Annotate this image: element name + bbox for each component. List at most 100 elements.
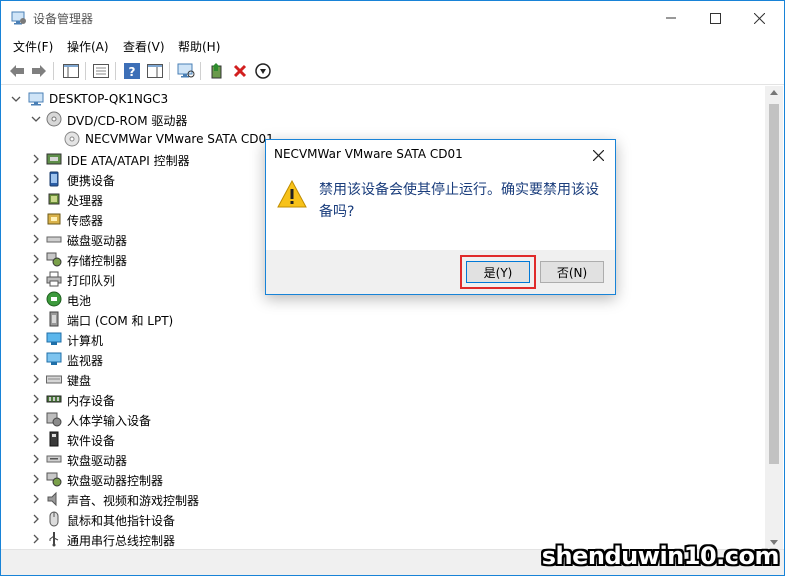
battery-icon <box>46 291 62 307</box>
usb-icon <box>46 531 62 547</box>
floppy-controller-icon <box>46 471 62 487</box>
chevron-right-icon[interactable] <box>30 513 42 525</box>
chevron-right-icon[interactable] <box>30 273 42 285</box>
update-driver-button[interactable] <box>207 61 227 81</box>
tree-item-label: 电池 <box>67 294 92 308</box>
chevron-down-icon[interactable] <box>30 113 42 125</box>
tree-category-item[interactable]: 软盘驱动器控制器 <box>2 469 762 489</box>
chevron-right-icon[interactable] <box>30 413 42 425</box>
action-pane-button[interactable] <box>145 61 165 81</box>
dialog-close-button[interactable] <box>587 144 609 166</box>
no-button[interactable]: 否(N) <box>540 261 604 283</box>
menu-view[interactable]: 查看(V) <box>123 38 165 55</box>
maximize-button[interactable] <box>692 1 738 35</box>
uninstall-button[interactable] <box>230 61 250 81</box>
monitor-icon <box>46 351 62 367</box>
chevron-right-icon[interactable] <box>30 173 42 185</box>
chevron-right-icon[interactable] <box>30 253 42 265</box>
disable-device-button[interactable] <box>253 61 273 81</box>
properties-pane-icon <box>63 64 79 78</box>
ide-controller-icon <box>46 151 62 167</box>
chevron-right-icon[interactable] <box>30 313 42 325</box>
tree-item-label: 便携设备 <box>67 174 116 188</box>
close-window-button[interactable] <box>736 1 782 35</box>
tree-category-item[interactable]: 人体学输入设备 <box>2 409 762 429</box>
tree-root[interactable]: DESKTOP-QK1NGC3 <box>2 89 762 109</box>
back-arrow-icon <box>10 65 24 77</box>
tree-item-label: 计算机 <box>67 334 104 348</box>
chevron-right-icon[interactable] <box>30 153 42 165</box>
confirm-disable-dialog: NECVMWar VMware SATA CD01 禁用该设备会使其停止运行。确… <box>265 139 616 295</box>
chevron-right-icon[interactable] <box>30 393 42 405</box>
close-icon <box>592 149 604 161</box>
yes-button[interactable]: 是(Y) <box>466 261 530 283</box>
tree-category-item[interactable]: DVD/CD-ROM 驱动器 <box>2 109 762 129</box>
vertical-scrollbar[interactable] <box>765 86 783 549</box>
chevron-right-icon[interactable] <box>30 373 42 385</box>
menu-help[interactable]: 帮助(H) <box>178 38 220 55</box>
watermark-logo: shenduwin10.com <box>541 542 780 570</box>
tree-item-label: 通用串行总线控制器 <box>67 534 176 548</box>
help-icon: ? <box>124 63 140 79</box>
menu-bar: 文件(F) 操作(A) 查看(V) 帮助(H) <box>1 35 784 57</box>
tree-category-item[interactable]: 软盘驱动器 <box>2 449 762 469</box>
show-hidden-icon <box>93 64 109 78</box>
scroll-up-icon[interactable] <box>770 90 778 95</box>
menu-action[interactable]: 操作(A) <box>67 38 109 55</box>
tree-category-item[interactable]: 内存设备 <box>2 389 762 409</box>
processor-icon <box>46 191 62 207</box>
tree-category-item[interactable]: 计算机 <box>2 329 762 349</box>
chevron-right-icon[interactable] <box>30 433 42 445</box>
chevron-right-icon[interactable] <box>30 193 42 205</box>
chevron-right-icon[interactable] <box>30 493 42 505</box>
tree-item-label: 软盘驱动器控制器 <box>67 474 164 488</box>
tree-category-item[interactable]: 监视器 <box>2 349 762 369</box>
toolbar-separator <box>200 62 201 80</box>
hid-icon <box>46 411 62 427</box>
chevron-right-icon[interactable] <box>30 213 42 225</box>
tree-item-label: IDE ATA/ATAPI 控制器 <box>67 154 190 168</box>
tree-item-label: 传感器 <box>67 214 104 228</box>
tree-item-label: 磁盘驱动器 <box>67 234 128 248</box>
properties-button[interactable] <box>91 61 111 81</box>
show-hide-console-tree-button[interactable] <box>61 61 81 81</box>
chevron-down-icon[interactable] <box>10 93 22 105</box>
scan-hardware-button[interactable] <box>176 61 196 81</box>
tree-category-item[interactable]: 软件设备 <box>2 429 762 449</box>
memory-icon <box>46 391 62 407</box>
menu-file[interactable]: 文件(F) <box>13 38 53 55</box>
tree-item-label: 声音、视频和游戏控制器 <box>67 494 200 508</box>
chevron-right-icon[interactable] <box>30 293 42 305</box>
help-button[interactable]: ? <box>122 61 142 81</box>
update-driver-icon <box>211 63 222 79</box>
tree-item-label: 处理器 <box>67 194 104 208</box>
storage-controller-icon <box>46 251 62 267</box>
uninstall-icon <box>233 64 247 78</box>
chevron-right-icon[interactable] <box>30 233 42 245</box>
chevron-right-icon[interactable] <box>30 473 42 485</box>
chevron-right-icon[interactable] <box>30 533 42 545</box>
tree-category-item[interactable]: 端口 (COM 和 LPT) <box>2 309 762 329</box>
tree-item-label: 软盘驱动器 <box>67 454 128 468</box>
tree-category-item[interactable]: 键盘 <box>2 369 762 389</box>
cd-device-icon <box>64 131 80 147</box>
tree-root-label: DESKTOP-QK1NGC3 <box>49 92 169 106</box>
dialog-message: 禁用该设备会使其停止运行。确实要禁用该设备吗? <box>319 182 599 220</box>
chevron-right-icon[interactable] <box>30 353 42 365</box>
tree-category-item[interactable]: 声音、视频和游戏控制器 <box>2 489 762 509</box>
back-button[interactable] <box>7 61 27 81</box>
toolbar-separator <box>169 62 170 80</box>
minimize-button[interactable] <box>648 1 694 35</box>
tree-item-label: 存储控制器 <box>67 254 128 268</box>
scrollbar-thumb[interactable] <box>769 104 779 464</box>
minimize-icon <box>666 17 676 19</box>
tree-category-item[interactable]: 鼠标和其他指针设备 <box>2 509 762 529</box>
forward-button[interactable] <box>29 61 49 81</box>
tree-item-label: 键盘 <box>67 374 92 388</box>
device-manager-app-icon <box>11 11 27 25</box>
chevron-right-icon[interactable] <box>30 333 42 345</box>
chevron-right-icon[interactable] <box>30 453 42 465</box>
keyboard-icon <box>46 371 62 387</box>
close-icon <box>753 12 765 24</box>
maximize-icon <box>709 12 721 24</box>
